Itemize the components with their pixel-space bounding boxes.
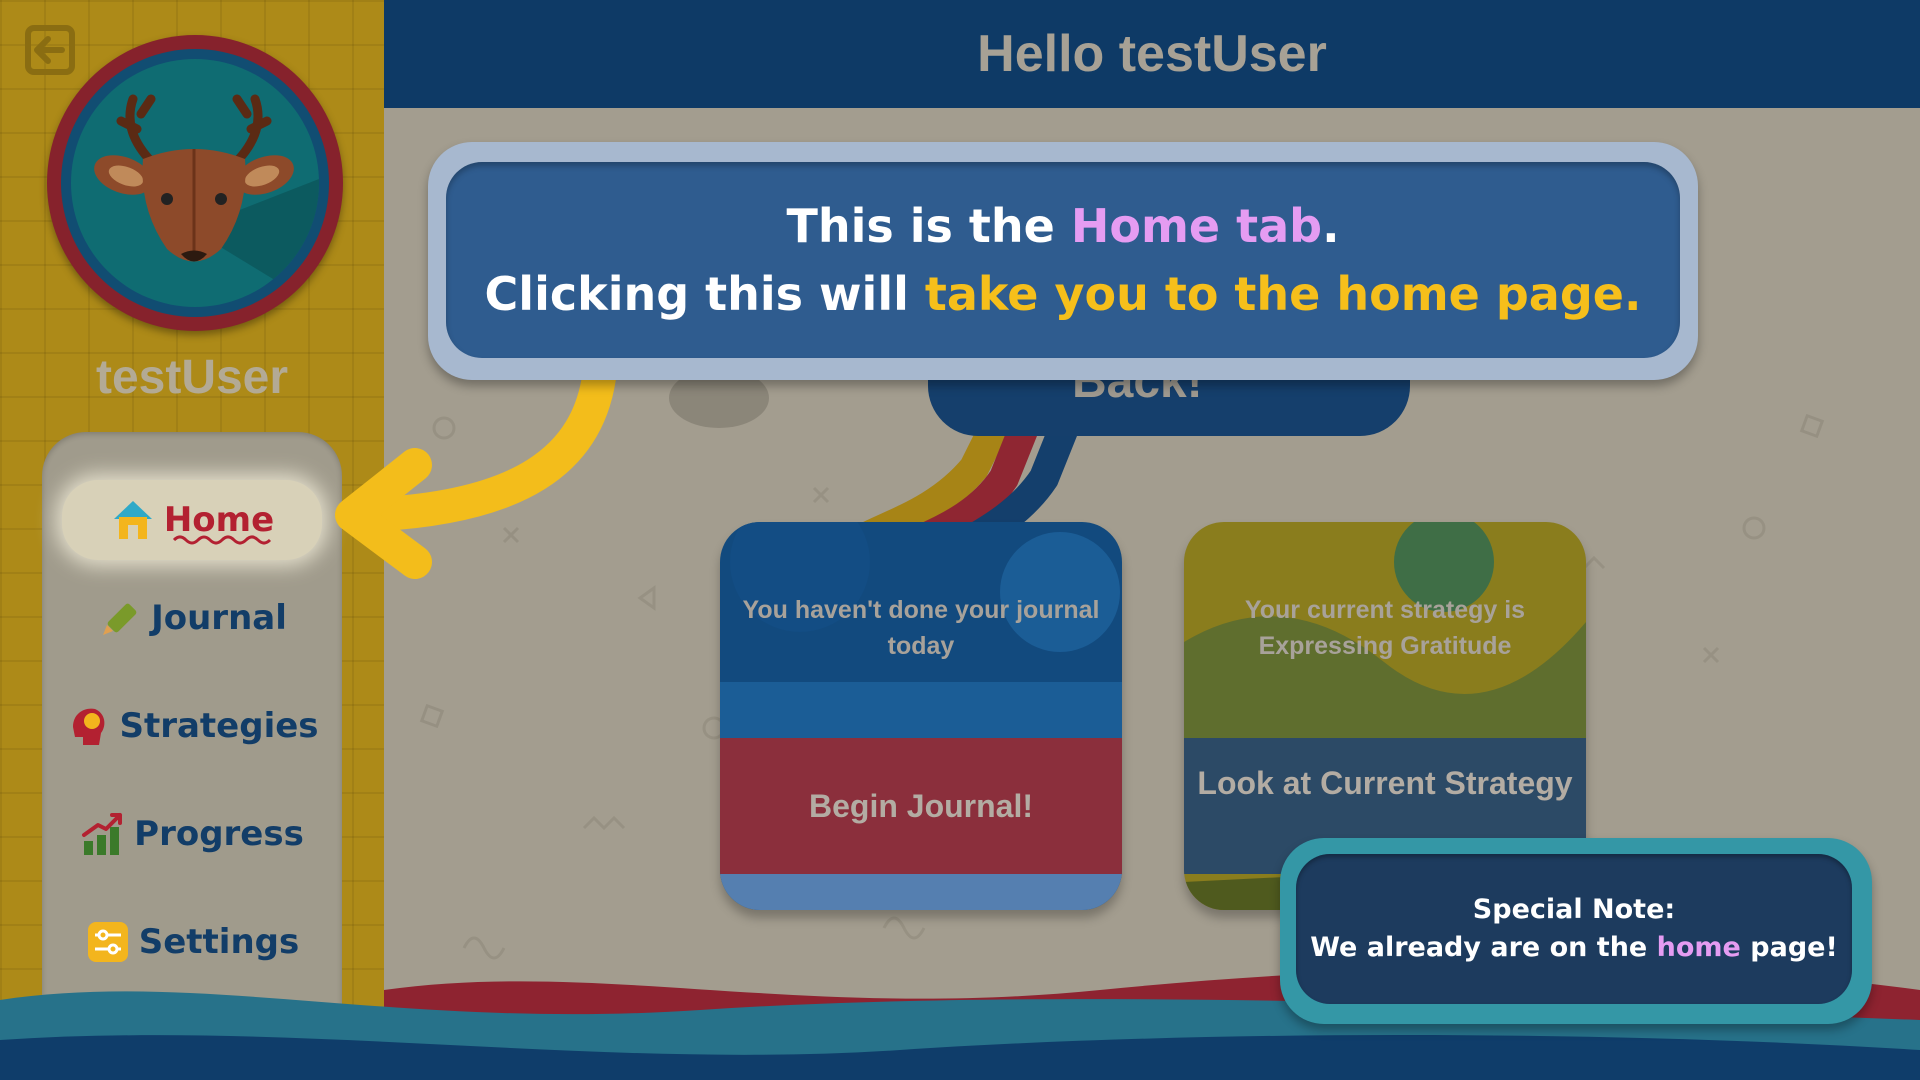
begin-journal-button[interactable]: Begin Journal! <box>720 738 1122 874</box>
avatar[interactable] <box>47 35 343 331</box>
header-bar: Hello testUser <box>384 0 1920 108</box>
note-highlight: home <box>1656 932 1741 963</box>
growth-chart-icon <box>82 813 123 855</box>
sidebar-item-label: Progress <box>134 814 304 854</box>
page-title: Hello testUser <box>977 25 1327 83</box>
tooltip-text: Clicking this will <box>484 267 925 321</box>
journal-status-text: You haven't done your journal today <box>742 596 1100 660</box>
sidebar-item-label: Settings <box>138 922 300 962</box>
sidebar-item-strategies[interactable]: Strategies <box>62 686 322 766</box>
tooltip-highlight: Home tab <box>1070 199 1323 253</box>
deer-avatar-icon <box>94 94 319 307</box>
username: testUser <box>95 351 289 404</box>
sidebar-item-label: Strategies <box>119 706 319 746</box>
tooltip-text: This is the <box>786 199 1071 253</box>
note-text: We already are on the home page! <box>1310 929 1838 967</box>
sidebar-item-progress[interactable]: Progress <box>62 794 322 874</box>
note-title: Special Note: <box>1472 894 1676 925</box>
sidebar-item-label: Journal <box>151 598 287 638</box>
special-note-box: Special Note: We already are on the home… <box>1280 838 1872 1024</box>
note-text-part: We already are on the <box>1310 932 1657 963</box>
head-lightbulb-icon <box>73 708 105 745</box>
sliders-icon <box>87 922 128 962</box>
sidebar-item-journal[interactable]: Journal <box>62 578 322 658</box>
note-text-part: page! <box>1740 932 1838 963</box>
journal-card: You haven't done your journal today Begi… <box>720 522 1122 910</box>
strategy-status-text: Your current strategy is Expressing Grat… <box>1244 596 1526 660</box>
tooltip-line-1: This is the Home tab. <box>786 192 1339 260</box>
tooltip-line-2: Clicking this will take you to the home … <box>485 260 1642 328</box>
pointer-arrow-icon <box>335 370 617 579</box>
sidebar-item-home[interactable]: Home <box>62 480 322 560</box>
tutorial-tooltip: This is the Home tab. Clicking this will… <box>428 142 1698 380</box>
sidebar: testUser Home Journal Strategies Progres… <box>0 0 384 1080</box>
tooltip-text: . <box>1322 199 1340 253</box>
house-icon <box>113 501 152 539</box>
pencil-icon <box>103 603 137 635</box>
tooltip-highlight: take you to the home page. <box>924 267 1642 321</box>
active-underline <box>172 535 272 545</box>
